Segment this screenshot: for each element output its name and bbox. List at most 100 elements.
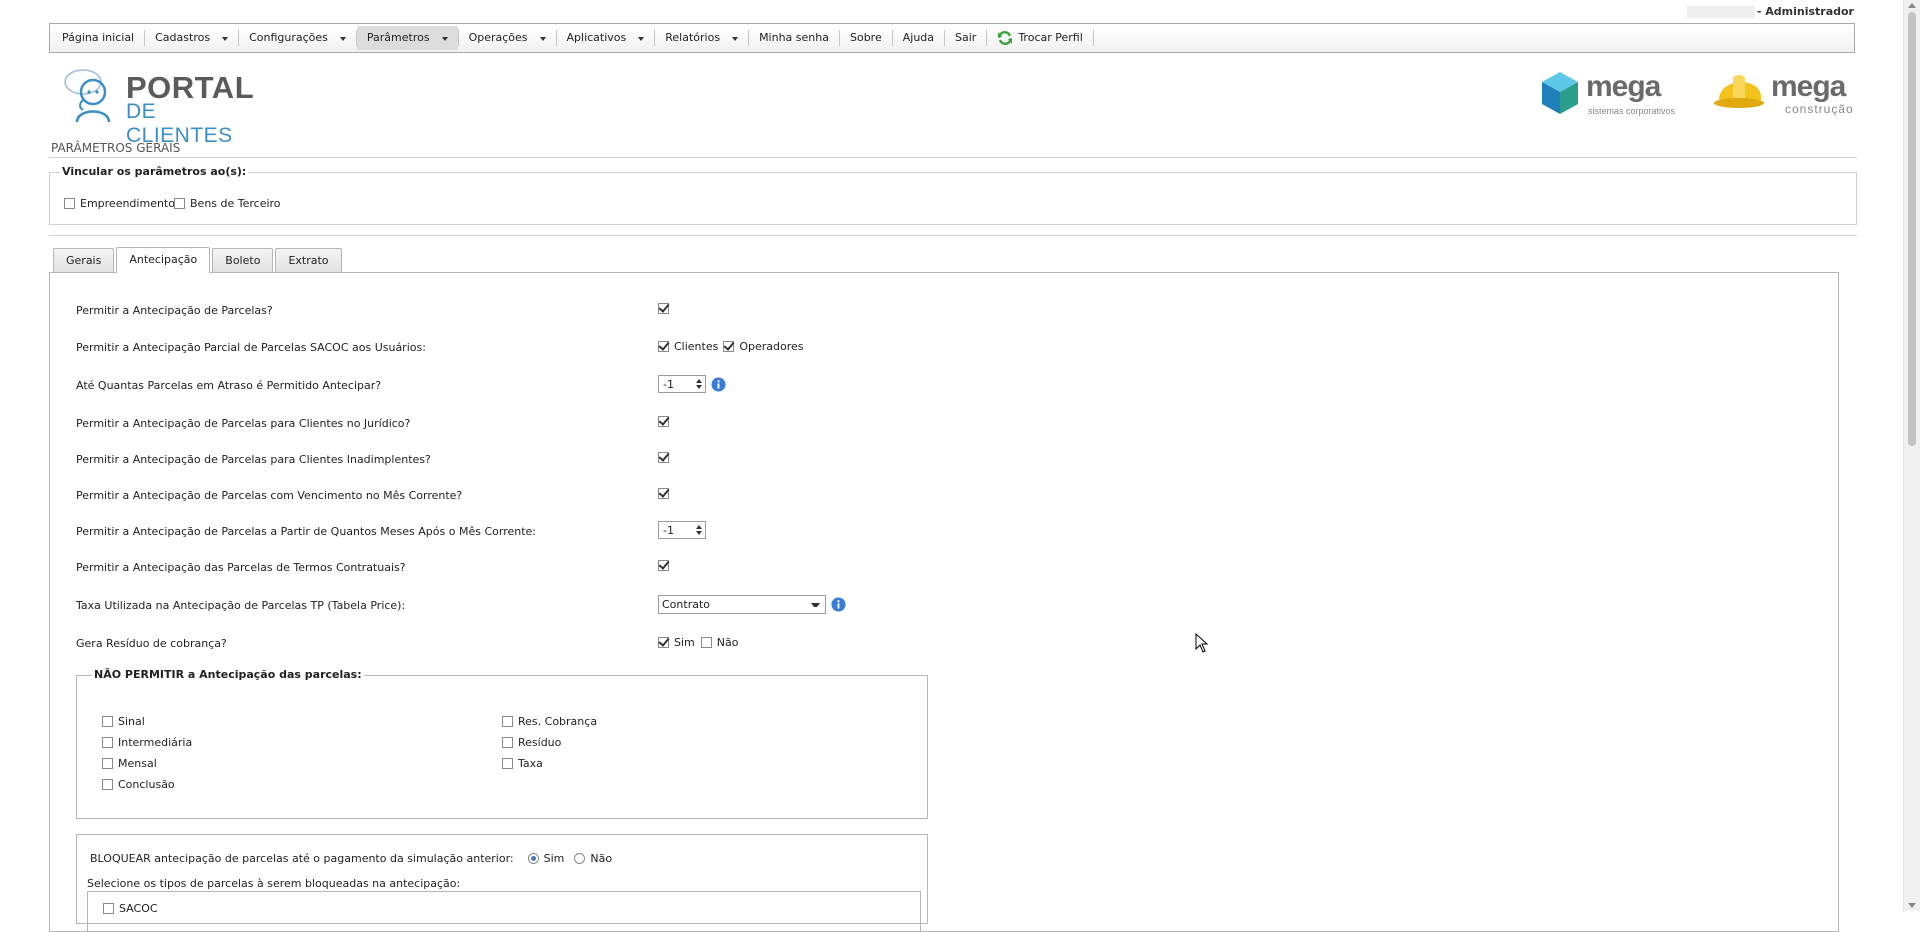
menu-label: Cadastros xyxy=(155,31,211,44)
res-cobranca-checkbox[interactable] xyxy=(502,716,513,727)
residuo-checkbox[interactable] xyxy=(502,737,513,748)
stepper-arrows-icon[interactable] xyxy=(695,523,703,537)
menu-label: Relatórios xyxy=(665,31,721,44)
main-menu-bar: Página inicial Cadastros Configurações P… xyxy=(49,23,1855,53)
mouse-cursor-icon xyxy=(1195,633,1209,653)
menu-pagina-inicial[interactable]: Página inicial xyxy=(52,26,144,50)
intermediaria-label: Intermediária xyxy=(118,736,193,749)
parcelas-atraso-stepper[interactable]: -1 xyxy=(658,375,706,393)
opt-residuo[interactable]: Resíduo xyxy=(502,736,561,749)
mega1-word: mega xyxy=(1586,70,1661,103)
menu-aplicativos[interactable]: Aplicativos xyxy=(557,26,655,50)
taxa-tp-select[interactable]: Contrato xyxy=(658,595,826,614)
opt-conclusao[interactable]: Conclusão xyxy=(102,778,175,791)
menu-label: Configurações xyxy=(249,31,328,44)
menu-sair[interactable]: Sair xyxy=(945,26,986,50)
q-vencimento-mes-corrente: Permitir a Antecipação de Parcelas com V… xyxy=(76,489,463,502)
res-cobranca-label: Res. Cobrança xyxy=(518,715,598,728)
chevron-down-icon xyxy=(441,37,448,41)
termos-contratuais-checkbox[interactable] xyxy=(658,560,669,571)
clientes-juridico-checkbox[interactable] xyxy=(658,416,669,427)
vencimento-mes-checkbox[interactable] xyxy=(658,488,669,499)
menu-operacoes[interactable]: Operações xyxy=(459,26,556,50)
stepper-value: -1 xyxy=(663,377,674,391)
q-meses-apos: Permitir a Antecipação de Parcelas a Par… xyxy=(76,525,536,538)
chevron-down-icon xyxy=(638,37,645,41)
empreendimento-checkbox[interactable] xyxy=(64,198,75,209)
tab-extrato[interactable]: Extrato xyxy=(275,248,342,272)
tab-antecipacao[interactable]: Antecipação xyxy=(116,247,211,273)
divider xyxy=(49,235,1857,236)
residuo-nao-checkbox[interactable] xyxy=(700,637,712,648)
empreendimento-label: Empreendimento xyxy=(80,197,175,210)
scroll-down-icon[interactable] xyxy=(1908,903,1916,908)
bloquear-sim-radio[interactable] xyxy=(527,853,539,864)
menu-relatorios[interactable]: Relatórios xyxy=(655,26,748,50)
menu-minha-senha[interactable]: Minha senha xyxy=(749,26,839,50)
menu-configuracoes[interactable]: Configurações xyxy=(239,26,356,50)
sacoc-checkbox[interactable] xyxy=(103,903,114,914)
q-termos-contratuais: Permitir a Antecipação das Parcelas de T… xyxy=(76,561,406,574)
meses-apos-stepper[interactable]: -1 xyxy=(658,521,706,539)
bens-terceiro-label: Bens de Terceiro xyxy=(190,197,281,210)
username-redacted xyxy=(1686,6,1755,18)
permitir-antecipacao-checkbox[interactable] xyxy=(658,303,669,314)
menu-sobre[interactable]: Sobre xyxy=(840,26,892,50)
residuo-nao-label: Não xyxy=(716,636,739,649)
menu-label: Ajuda xyxy=(902,31,935,44)
chevron-down-icon xyxy=(339,37,346,41)
page-title: PARÂMETROS GERAIS xyxy=(51,141,181,155)
mega2-tagline: construção xyxy=(1785,102,1854,116)
info-icon[interactable] xyxy=(831,597,846,612)
bloquear-nao-radio[interactable] xyxy=(574,853,586,864)
opt-mensal[interactable]: Mensal xyxy=(102,757,157,770)
clientes-label: Clientes xyxy=(674,340,719,353)
scroll-thumb[interactable] xyxy=(1908,12,1916,446)
sinal-label: Sinal xyxy=(118,715,145,728)
menu-label: Operações xyxy=(468,31,528,44)
portal-logo: PORTAL DE CLIENTES xyxy=(61,66,267,147)
vincular-empreendimento[interactable]: Empreendimento xyxy=(64,197,175,210)
vincular-bens-terceiro[interactable]: Bens de Terceiro xyxy=(174,197,281,210)
page-scrollbar[interactable] xyxy=(1903,0,1920,911)
residuo-sim-checkbox[interactable] xyxy=(658,637,669,648)
taxa-checkbox[interactable] xyxy=(502,758,513,769)
bloquear-nao-label: Não xyxy=(590,852,613,865)
stepper-arrows-icon[interactable] xyxy=(695,377,703,391)
opt-sinal[interactable]: Sinal xyxy=(102,715,145,728)
residuo-sim-label: Sim xyxy=(674,636,695,649)
menu-trocar-perfil[interactable]: Trocar Perfil xyxy=(987,26,1092,50)
select-value: Contrato xyxy=(662,598,711,611)
q-taxa-tp: Taxa Utilizada na Antecipação de Parcela… xyxy=(76,599,406,612)
menu-parametros[interactable]: Parâmetros xyxy=(356,26,458,50)
nao-permitir-fieldset: NÃO PERMITIR a Antecipação das parcelas:… xyxy=(76,668,928,819)
clientes-inadimplentes-checkbox[interactable] xyxy=(658,452,669,463)
q-antecipacao-parcial: Permitir a Antecipação Parcial de Parcel… xyxy=(76,341,426,354)
menu-label: Minha senha xyxy=(759,31,829,44)
operadores-checkbox[interactable] xyxy=(723,341,735,352)
info-icon[interactable] xyxy=(711,376,726,392)
mensal-checkbox[interactable] xyxy=(102,758,113,769)
menu-cadastros[interactable]: Cadastros xyxy=(145,26,238,50)
menu-ajuda[interactable]: Ajuda xyxy=(893,26,944,50)
opt-res-cobranca[interactable]: Res. Cobrança xyxy=(502,715,597,728)
chevron-down-icon xyxy=(811,603,820,607)
menu-label: Parâmetros xyxy=(366,31,430,44)
clientes-checkbox[interactable] xyxy=(658,341,669,352)
menu-label: Sobre xyxy=(849,31,882,44)
bens-terceiro-checkbox[interactable] xyxy=(174,198,185,209)
conclusao-checkbox[interactable] xyxy=(102,779,113,790)
tipos-bloqueados-box: SACOC xyxy=(87,891,921,931)
intermediaria-checkbox[interactable] xyxy=(102,737,113,748)
opt-taxa[interactable]: Taxa xyxy=(502,757,543,770)
opt-sacoc[interactable]: SACOC xyxy=(103,902,158,915)
scroll-up-icon[interactable] xyxy=(1908,3,1916,8)
vincular-fieldset: Vincular os parâmetros ao(s): Empreendim… xyxy=(49,165,1857,225)
tab-gerais[interactable]: Gerais xyxy=(53,248,115,272)
bloquear-sim-label: Sim xyxy=(543,852,565,865)
tab-boleto[interactable]: Boleto xyxy=(212,248,274,272)
sinal-checkbox[interactable] xyxy=(102,716,113,727)
tab-bar: Gerais Antecipação Boleto Extrato xyxy=(53,247,344,273)
opt-intermediaria[interactable]: Intermediária xyxy=(102,736,192,749)
hardhat-icon xyxy=(1714,75,1764,108)
